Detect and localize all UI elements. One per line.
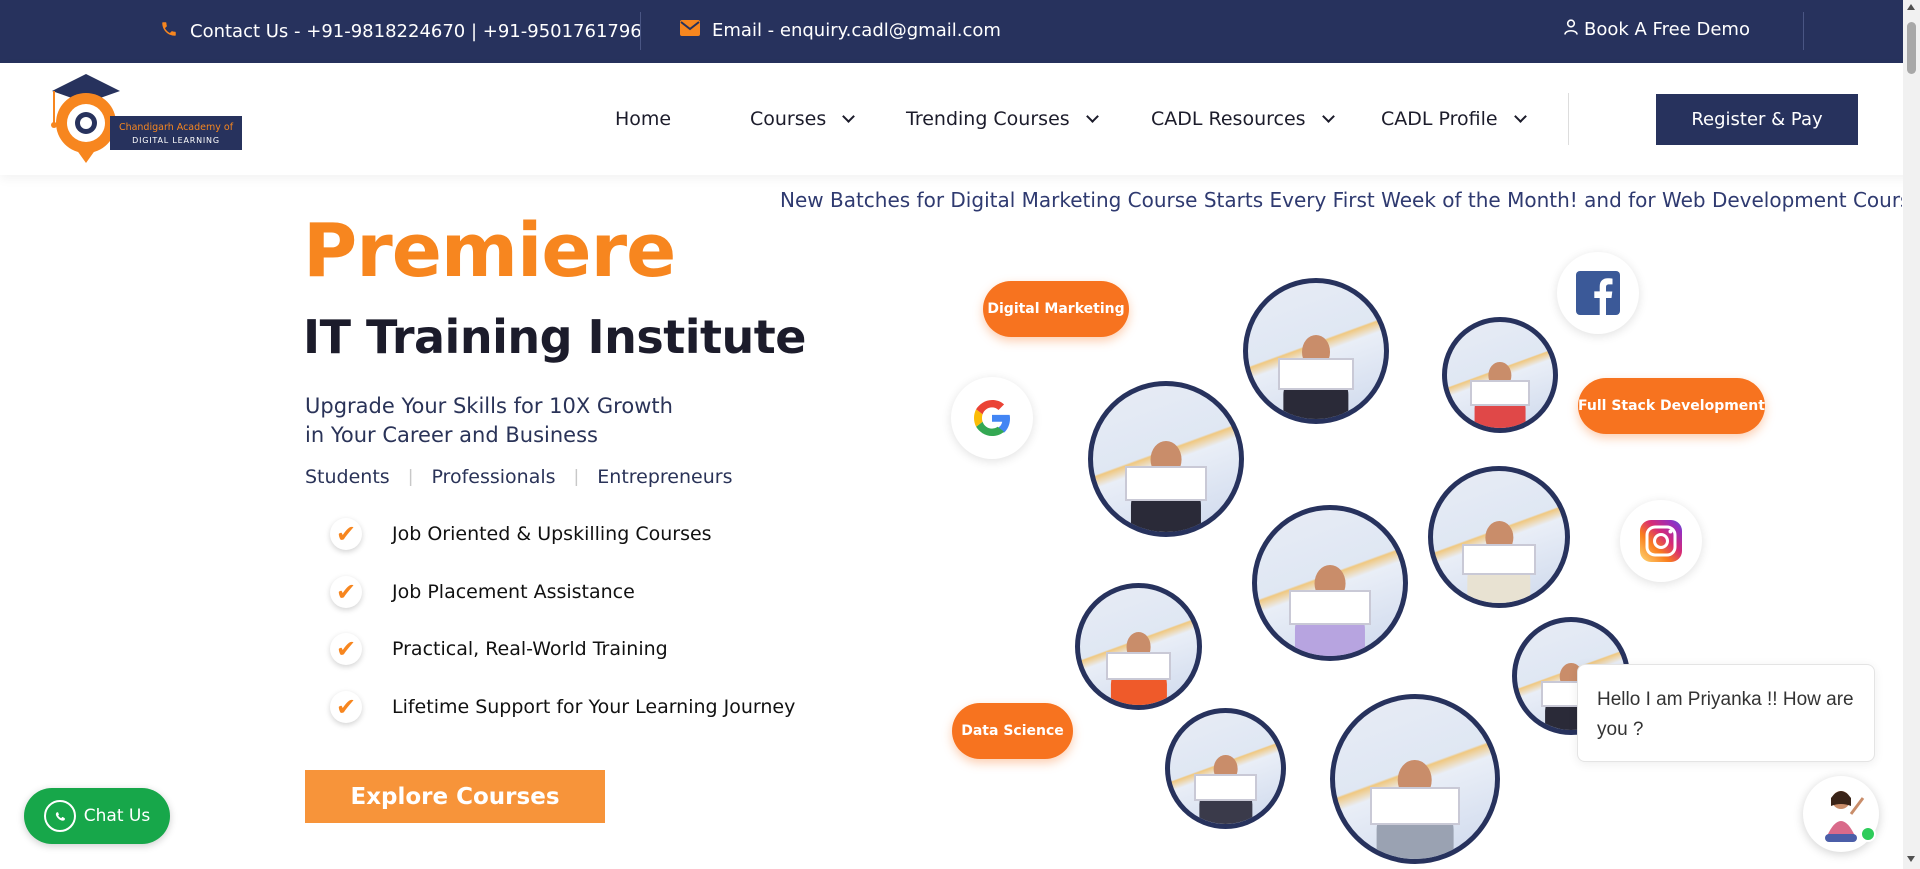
certificate [1470,380,1530,406]
scroll-down-icon[interactable] [1907,856,1915,862]
phone-icon [160,20,178,43]
book-demo-label: Book A Free Demo [1584,19,1750,40]
contact-text: Contact Us - +91-9818224670 | +91-950176… [190,21,642,42]
announcement-text: New Batches for Digital Marketing Course… [780,188,1902,212]
audience-list: Students | Professionals | Entrepreneurs [305,466,732,488]
explore-courses-button[interactable]: Explore Courses [305,770,605,823]
scroll-thumb[interactable] [1907,22,1916,74]
feature-label: Practical, Real-World Training [392,638,668,660]
chevron-down-icon [1085,109,1099,123]
tagline-line2: in Your Career and Business [305,423,598,447]
google-icon[interactable] [951,377,1033,459]
whatsapp-icon [43,800,76,832]
tagline-line1: Upgrade Your Skills for 10X Growth [305,394,673,418]
nav-item-label: Home [615,108,672,130]
student-photo [1075,583,1202,710]
register-pay-button[interactable]: Register & Pay [1656,94,1858,145]
envelope-icon [680,20,700,41]
chevron-down-icon [1321,109,1335,123]
announcement-marquee: New Batches for Digital Marketing Course… [780,188,1902,216]
student-photo [1252,505,1408,661]
logo-line2: DIGITAL LEARNING [132,136,220,145]
checkmark-icon: ✔ [330,633,362,665]
nav-item-label: Trending Courses [906,108,1070,130]
hero-subtitle: IT Training Institute [303,310,806,364]
certificate [1125,466,1207,502]
chat-message-bubble[interactable]: Hello I am Priyanka !! How are you ? [1577,664,1875,762]
audience-students: Students [305,466,390,488]
pill-full-stack-development[interactable]: Full Stack Development [1578,378,1765,434]
divider [1803,12,1804,50]
nav-item-trending-courses[interactable]: Trending Courses [906,108,1099,130]
separator: | [407,467,414,487]
audience-entrepreneurs: Entrepreneurs [597,466,733,488]
checkmark-icon: ✔ [330,518,362,550]
feature-item: ✔ Job Placement Assistance [330,576,635,608]
nav-item-cadl-resources[interactable]: CADL Resources [1151,108,1335,130]
checkmark-icon: ✔ [330,691,362,723]
contact-info[interactable]: Contact Us - +91-9818224670 | +91-950176… [160,20,642,43]
certificate [1462,543,1536,576]
logo[interactable]: Chandigarh Academy of DIGITAL LEARNING [46,71,246,167]
email-info[interactable]: Email - enquiry.cadl@gmail.com [680,20,1001,41]
checkmark-icon: ✔ [330,576,362,608]
nav-item-label: CADL Resources [1151,108,1306,130]
pill-data-science[interactable]: Data Science [952,703,1073,759]
user-icon [1564,19,1578,40]
nav-item-label: CADL Profile [1381,108,1498,130]
chat-message-text: Hello I am Priyanka !! How are you ? [1597,689,1854,740]
divider [1568,93,1569,145]
book-demo-link[interactable]: Book A Free Demo [1564,19,1750,40]
divider [640,12,641,50]
feature-label: Lifetime Support for Your Learning Journ… [392,696,796,718]
certificate [1370,787,1460,826]
certificate [1194,774,1257,801]
pill-digital-marketing[interactable]: Digital Marketing [983,281,1129,337]
nav-item-cadl-profile[interactable]: CADL Profile [1381,108,1527,130]
whatsapp-chat-button[interactable]: Chat Us [24,788,170,844]
email-text: Email - enquiry.cadl@gmail.com [712,20,1001,41]
top-bar: Contact Us - +91-9818224670 | +91-950176… [0,0,1920,63]
page-scrollbar[interactable] [1903,0,1920,869]
hero-title: Premiere [303,208,676,294]
feature-item: ✔ Lifetime Support for Your Learning Jou… [330,691,795,723]
student-photo [1442,317,1558,433]
student-photo [1330,694,1500,864]
feature-label: Job Placement Assistance [392,581,635,603]
certificate [1289,590,1371,626]
logo-line1: Chandigarh Academy of [119,122,234,133]
facebook-icon[interactable] [1557,252,1639,334]
student-photo [1428,466,1570,608]
separator: | [573,467,580,487]
nav-item-label: Courses [750,108,827,130]
certificate [1105,652,1172,681]
feature-item: ✔ Practical, Real-World Training [330,633,668,665]
student-photo [1165,708,1286,829]
nav-item-home[interactable]: Home [615,108,671,130]
student-photo [1243,278,1389,424]
scroll-up-icon[interactable] [1907,4,1915,10]
student-photo [1088,381,1244,537]
chevron-down-icon [842,109,856,123]
audience-professionals: Professionals [431,466,556,488]
feature-item: ✔ Job Oriented & Upskilling Courses [330,518,712,550]
main-nav: Chandigarh Academy of DIGITAL LEARNING H… [0,63,1920,175]
nav-item-courses[interactable]: Courses [750,108,856,130]
feature-label: Job Oriented & Upskilling Courses [392,523,712,545]
instagram-icon[interactable] [1620,500,1702,582]
hero-tagline: Upgrade Your Skills for 10X Growth in Yo… [305,392,673,450]
online-status-dot [1860,826,1876,842]
chevron-down-icon [1513,109,1527,123]
chat-us-label: Chat Us [83,806,151,826]
certificate [1277,357,1355,391]
